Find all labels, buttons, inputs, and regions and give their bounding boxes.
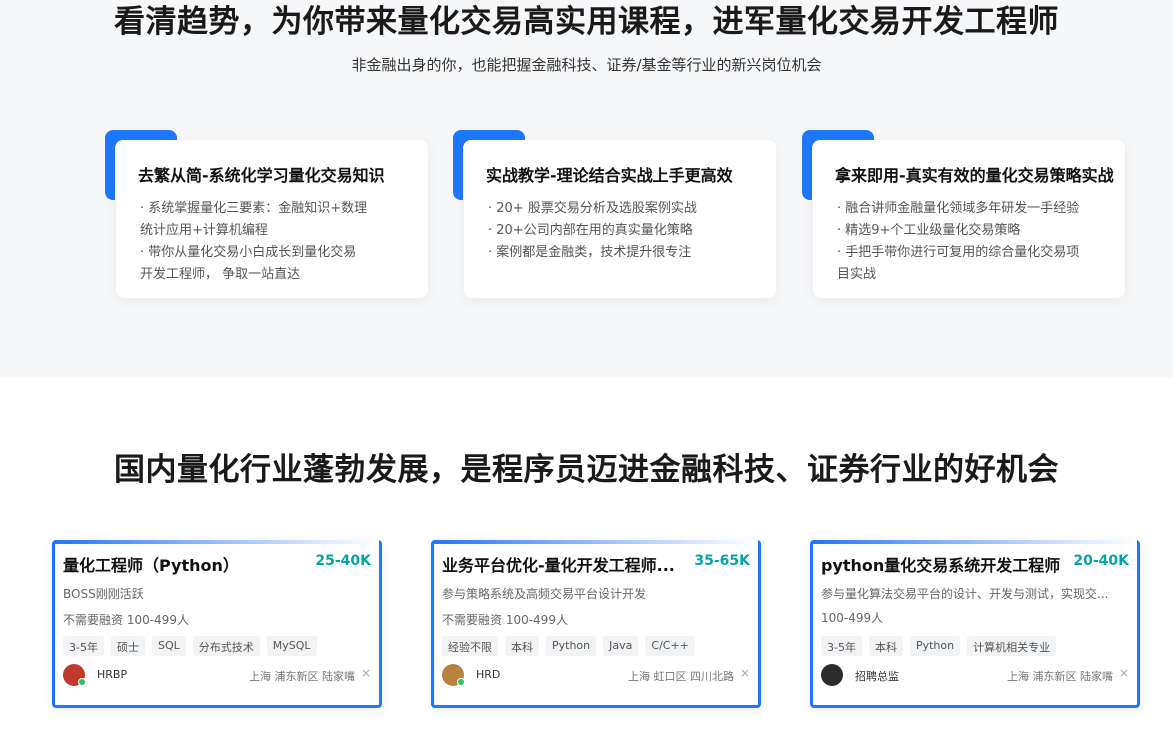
close-icon[interactable]: × [1119,666,1129,680]
job-tag: 经验不限 [442,636,498,656]
job-title[interactable]: python量化交易系统开发工程师 [821,552,1060,576]
job-title[interactable]: 业务平台优化-量化开发工程师... [442,552,675,576]
job-tag: 分布式技术 [192,636,260,656]
job-tags: 经验不限 本科 Python Java C/C++ [442,636,750,656]
job-location: 上海 浦东新区 陆家嘴 [1007,670,1113,683]
job-tag: 3-5年 [63,636,104,656]
recruiter-name: HRD [476,668,501,681]
job-tag: Python [909,636,961,656]
course-intro-section: 看清趋势，为你带来量化交易高实用课程，进军量化交易开发工程师 非金融出身的你，也… [0,0,1173,378]
job-card[interactable]: python量化交易系统开发工程师 20-40K 参与量化算法交易平台的设计、开… [810,540,1140,708]
feature-card: 实战教学-理论结合实战上手更高效 · 20+ 股票交易分析及选股案例实战 · 2… [464,140,776,298]
job-card[interactable]: 业务平台优化-量化开发工程师... 35-65K 参与策略系统及高频交易平台设计… [431,540,761,708]
job-tag: 硕士 [110,636,145,656]
section-title: 看清趋势，为你带来量化交易高实用课程，进军量化交易开发工程师 [114,4,1059,40]
job-tag: 3-5年 [821,636,862,656]
close-icon[interactable]: × [361,666,371,680]
feature-line: · 案例都是金融类，技术提升很专注 [488,245,692,260]
job-tag: 计算机相关专业 [967,636,1057,656]
feature-card: 去繁从简-系统化学习量化交易知识 · 系统掌握量化三要素：金融知识+数理 统计应… [116,140,428,298]
feature-line: · 精选9+个工业级量化交易策略 [837,223,1021,238]
job-tag: 本科 [868,636,903,656]
job-card[interactable]: 量化工程师（Python） 25-40K BOSS刚刚活跃 不需要融资 100-… [52,540,382,708]
job-title[interactable]: 量化工程师（Python） [63,552,239,576]
boss-status: BOSS刚刚活跃 [63,587,144,601]
job-description: 参与策略系统及高频交易平台设计开发 [442,587,647,601]
job-footer: 招聘总监 上海 浦东新区 陆家嘴 × [821,664,1129,688]
close-icon[interactable]: × [740,666,750,680]
feature-line: · 20+ 股票交易分析及选股案例实战 [488,201,697,216]
feature-line: · 手把手带你进行可复用的综合量化交易项 [837,245,1080,260]
recruiter-name: HRBP [97,668,128,681]
job-tag: SQL [151,636,186,656]
feature-title: 去繁从简-系统化学习量化交易知识 [138,166,385,185]
job-footer: HRD 上海 虹口区 四川北路 × [442,664,750,688]
jobs-section-title: 国内量化行业蓬勃发展，是程序员迈进金融科技、证券行业的好机会 [114,452,1059,488]
feature-line: · 20+公司内部在用的真实量化策略 [488,223,693,238]
feature-line: · 融合讲师金融量化领域多年研发一手经验 [837,201,1080,216]
feature-line: · 系统掌握量化三要素：金融知识+数理 [140,201,368,216]
job-tag: MySQL [266,636,317,656]
feature-card: 拿来即用-真实有效的量化交易策略实战 · 融合讲师金融量化领域多年研发一手经验 … [813,140,1125,298]
feature-title: 拿来即用-真实有效的量化交易策略实战 [835,166,1114,185]
feature-line: 目实战 [837,267,877,282]
company-meta: 不需要融资 100-499人 [63,613,189,627]
job-location: 上海 虹口区 四川北路 [628,670,734,683]
job-description: 参与量化算法交易平台的设计、开发与测试，实现交... [821,587,1109,601]
job-footer: HRBP 上海 浦东新区 陆家嘴 × [63,664,371,688]
feature-line: · 带你从量化交易小白成长到量化交易 [140,245,357,260]
job-location: 上海 浦东新区 陆家嘴 [249,670,355,683]
online-status-dot [457,678,465,686]
feature-line: 开发工程师， 争取一站直达 [140,267,301,282]
job-tag: C/C++ [645,636,695,656]
job-tags: 3-5年 本科 Python 计算机相关专业 [821,636,1129,656]
job-salary: 20-40K [1073,553,1129,569]
job-salary: 25-40K [315,553,371,569]
recruiter-name: 招聘总监 [855,670,899,683]
feature-title: 实战教学-理论结合实战上手更高效 [486,166,733,185]
job-tag: Java [603,636,639,656]
company-meta: 不需要融资 100-499人 [442,613,568,627]
job-tags: 3-5年 硕士 SQL 分布式技术 MySQL [63,636,371,656]
job-salary: 35-65K [694,553,750,569]
company-meta: 100-499人 [821,611,884,625]
job-tag: Python [546,636,597,656]
feature-line: 统计应用+计算机编程 [140,223,268,238]
section-subtitle: 非金融出身的你，也能把握金融科技、证券/基金等行业的新兴岗位机会 [351,56,822,74]
job-tag: 本科 [505,636,539,656]
avatar [821,664,843,686]
online-status-dot [78,678,86,686]
